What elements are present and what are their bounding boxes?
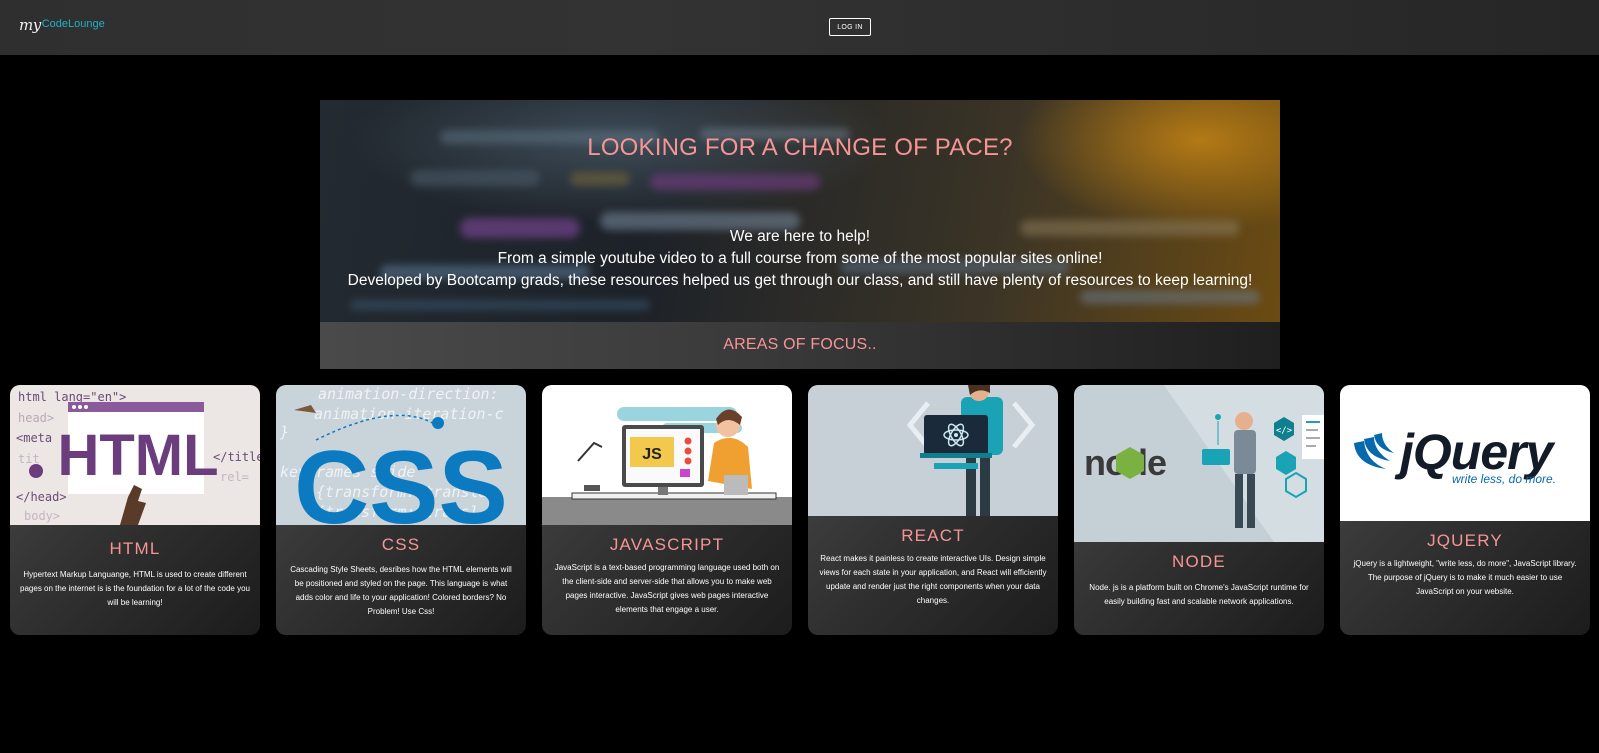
card-node[interactable]: node </> NODE Node. js is a platform bui… bbox=[1074, 385, 1324, 635]
code-snippet: html lang="en"> bbox=[18, 390, 126, 404]
css-image: animation-direction: animation-iteration… bbox=[276, 385, 526, 525]
code-snippet: </title bbox=[213, 450, 260, 464]
card-html[interactable]: html lang="en"> head> <meta tit </title … bbox=[10, 385, 260, 635]
hero-banner: LOOKING FOR A CHANGE OF PACE? We are her… bbox=[320, 100, 1280, 322]
code-snippet: tit bbox=[18, 452, 40, 466]
card-css[interactable]: animation-direction: animation-iteration… bbox=[276, 385, 526, 635]
code-snippet: body> bbox=[24, 509, 60, 523]
html-logo-icon: html lang="en"> head> <meta tit </title … bbox=[10, 385, 260, 525]
card-title: CSS bbox=[381, 535, 421, 554]
code-snippet: } bbox=[279, 423, 289, 441]
card-title: HTML bbox=[109, 539, 161, 558]
areas-of-focus-title: AREAS OF FOCUS.. bbox=[723, 336, 877, 353]
hero-line-courses: From a simple youtube video to a full co… bbox=[497, 250, 1103, 267]
card-description: Cascading Style Sheets, desribes how the… bbox=[290, 565, 512, 616]
code-snippet: <meta bbox=[16, 431, 52, 445]
node-logo-icon: node </> bbox=[1074, 385, 1324, 542]
card-description: Node. js is a platform built on Chrome's… bbox=[1089, 583, 1309, 606]
jquery-image: jQuery write less, do more. bbox=[1340, 385, 1590, 521]
card-title: REACT bbox=[901, 526, 965, 545]
code-snippet: animation-iteration-c bbox=[314, 405, 504, 423]
react-image bbox=[808, 385, 1058, 516]
html-image: html lang="en"> head> <meta tit </title … bbox=[10, 385, 260, 525]
hero-line-help: We are here to help! bbox=[729, 228, 871, 245]
card-description: Hypertext Markup Languange, HTML is used… bbox=[20, 570, 250, 607]
code-snippet: rel= bbox=[220, 470, 249, 484]
code-snippet: animation-direction: bbox=[318, 385, 499, 403]
react-presenter-icon bbox=[808, 385, 1058, 516]
html-logo-text: HTML bbox=[57, 423, 218, 488]
site-logo[interactable]: myCodeLounge bbox=[19, 16, 105, 40]
js-badge-text: JS bbox=[642, 446, 662, 463]
css-logo-icon: animation-direction: animation-iteration… bbox=[276, 385, 526, 525]
jquery-tagline: write less, do more. bbox=[1452, 472, 1556, 486]
logo-brand-text: CodeLounge bbox=[41, 18, 105, 30]
hero-title: LOOKING FOR A CHANGE OF PACE? bbox=[587, 134, 1013, 161]
areas-of-focus-bar: AREAS OF FOCUS.. bbox=[320, 322, 1280, 369]
logo-my-text: my bbox=[19, 16, 41, 34]
navbar: myCodeLounge LOG IN bbox=[0, 0, 1599, 55]
card-title: JQUERY bbox=[1427, 531, 1503, 550]
login-button[interactable]: LOG IN bbox=[829, 18, 871, 36]
card-description: React makes it painless to create intera… bbox=[819, 554, 1047, 605]
css-logo-text: CSS bbox=[294, 430, 508, 525]
card-description: jQuery is a lightweight, "write less, do… bbox=[1353, 559, 1577, 596]
code-snippet: </head> bbox=[16, 490, 67, 504]
hero-text: We are here to help! From a simple youtu… bbox=[320, 226, 1280, 292]
card-jquery[interactable]: jQuery write less, do more. JQUERY jQuer… bbox=[1340, 385, 1590, 635]
javascript-developer-icon: JS bbox=[542, 385, 792, 525]
card-react[interactable]: REACT React makes it painless to create … bbox=[808, 385, 1058, 635]
card-javascript[interactable]: JS JAVASCRIPT JavaScript is a text-based… bbox=[542, 385, 792, 635]
hero-line-bootcamp: Developed by Bootcamp grads, these resou… bbox=[347, 272, 1253, 289]
javascript-image: JS bbox=[542, 385, 792, 525]
node-image: node </> bbox=[1074, 385, 1324, 542]
jquery-logo-icon: jQuery write less, do more. bbox=[1340, 385, 1590, 521]
card-title: JAVASCRIPT bbox=[609, 535, 725, 554]
card-description: JavaScript is a text-based programming l… bbox=[554, 563, 780, 614]
code-snippet: head> bbox=[18, 411, 54, 425]
svg-text:</>: </> bbox=[1276, 426, 1293, 436]
card-title: NODE bbox=[1172, 552, 1226, 571]
